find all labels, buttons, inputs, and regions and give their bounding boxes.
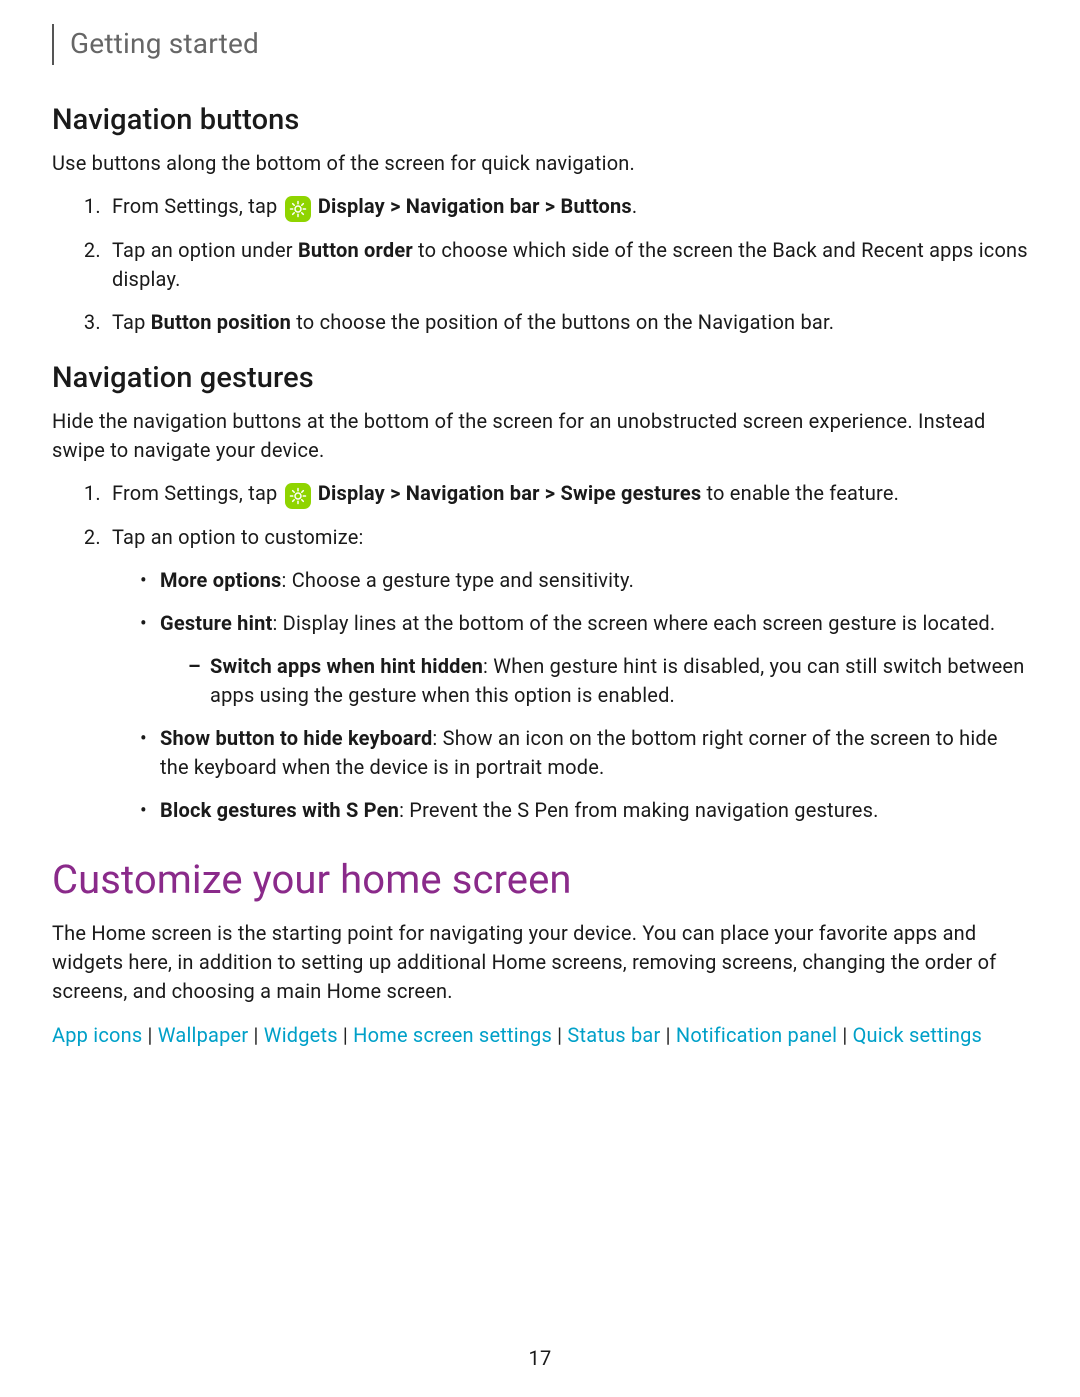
- step-bold: Display > Navigation bar > Buttons: [318, 194, 632, 218]
- header-breadcrumb-container: Getting started: [52, 24, 1028, 65]
- display-icon: [285, 483, 311, 509]
- step-text: .: [632, 194, 637, 218]
- nav-buttons-step-3: Tap Button position to choose the positi…: [106, 308, 1028, 337]
- option-bold: Block gestures with S Pen: [160, 798, 399, 822]
- gesture-option-hint: Gesture hint: Display lines at the botto…: [140, 609, 1028, 710]
- step-text: Tap an option to customize:: [112, 525, 364, 549]
- separator: |: [338, 1023, 353, 1047]
- link-quick-settings[interactable]: Quick settings: [853, 1023, 983, 1047]
- heading-customize-home: Customize your home screen: [52, 851, 1028, 909]
- page-number: 17: [0, 1344, 1080, 1373]
- link-widgets[interactable]: Widgets: [264, 1023, 338, 1047]
- nav-buttons-step-2: Tap an option under Button order to choo…: [106, 236, 1028, 294]
- customize-intro: The Home screen is the starting point fo…: [52, 919, 1028, 1006]
- link-home-screen-settings[interactable]: Home screen settings: [353, 1023, 552, 1047]
- link-notification-panel[interactable]: Notification panel: [676, 1023, 837, 1047]
- step-text: to enable the feature.: [701, 481, 899, 505]
- link-wallpaper[interactable]: Wallpaper: [158, 1023, 249, 1047]
- nav-gestures-step-2: Tap an option to customize: More options…: [106, 523, 1028, 825]
- option-text: : Prevent the S Pen from making navigati…: [399, 798, 879, 822]
- step-text: From Settings, tap: [112, 481, 283, 505]
- gesture-options-list: More options: Choose a gesture type and …: [112, 566, 1028, 825]
- step-text: Tap an option under: [112, 238, 298, 262]
- step-bold: Display > Navigation bar > Swipe gesture…: [318, 481, 701, 505]
- breadcrumb: Getting started: [70, 24, 1028, 65]
- heading-navigation-buttons: Navigation buttons: [52, 99, 1028, 141]
- step-text: From Settings, tap: [112, 194, 283, 218]
- option-text: : Display lines at the bottom of the scr…: [272, 611, 995, 635]
- step-bold: Button position: [151, 310, 291, 334]
- gesture-option-more: More options: Choose a gesture type and …: [140, 566, 1028, 595]
- option-bold: Show button to hide keyboard: [160, 726, 432, 750]
- step-bold: Button order: [298, 238, 413, 262]
- option-bold: Gesture hint: [160, 611, 272, 635]
- heading-navigation-gestures: Navigation gestures: [52, 357, 1028, 399]
- nav-buttons-steps: From Settings, tap Display > Navigation …: [52, 192, 1028, 337]
- option-bold: Switch apps when hint hidden: [210, 654, 483, 678]
- separator: |: [142, 1023, 157, 1047]
- gesture-hint-sub: Switch apps when hint hidden: When gestu…: [188, 652, 1028, 710]
- link-status-bar[interactable]: Status bar: [567, 1023, 660, 1047]
- separator: |: [552, 1023, 567, 1047]
- gesture-hint-sublist: Switch apps when hint hidden: When gestu…: [160, 652, 1028, 710]
- nav-buttons-intro: Use buttons along the bottom of the scre…: [52, 149, 1028, 178]
- separator: |: [660, 1023, 675, 1047]
- nav-gestures-steps: From Settings, tap Display > Navigation …: [52, 479, 1028, 825]
- nav-buttons-step-1: From Settings, tap Display > Navigation …: [106, 192, 1028, 222]
- step-text: Tap: [112, 310, 151, 334]
- nav-gestures-step-1: From Settings, tap Display > Navigation …: [106, 479, 1028, 509]
- gesture-option-keyboard: Show button to hide keyboard: Show an ic…: [140, 724, 1028, 782]
- separator: |: [837, 1023, 852, 1047]
- separator: |: [248, 1023, 263, 1047]
- step-text: to choose the position of the buttons on…: [291, 310, 834, 334]
- display-icon: [285, 196, 311, 222]
- home-screen-links: App icons | Wallpaper | Widgets | Home s…: [52, 1020, 1028, 1050]
- gesture-option-spen: Block gestures with S Pen: Prevent the S…: [140, 796, 1028, 825]
- option-text: : Choose a gesture type and sensitivity.: [281, 568, 634, 592]
- nav-gestures-intro: Hide the navigation buttons at the botto…: [52, 407, 1028, 465]
- option-bold: More options: [160, 568, 281, 592]
- link-app-icons[interactable]: App icons: [52, 1023, 142, 1047]
